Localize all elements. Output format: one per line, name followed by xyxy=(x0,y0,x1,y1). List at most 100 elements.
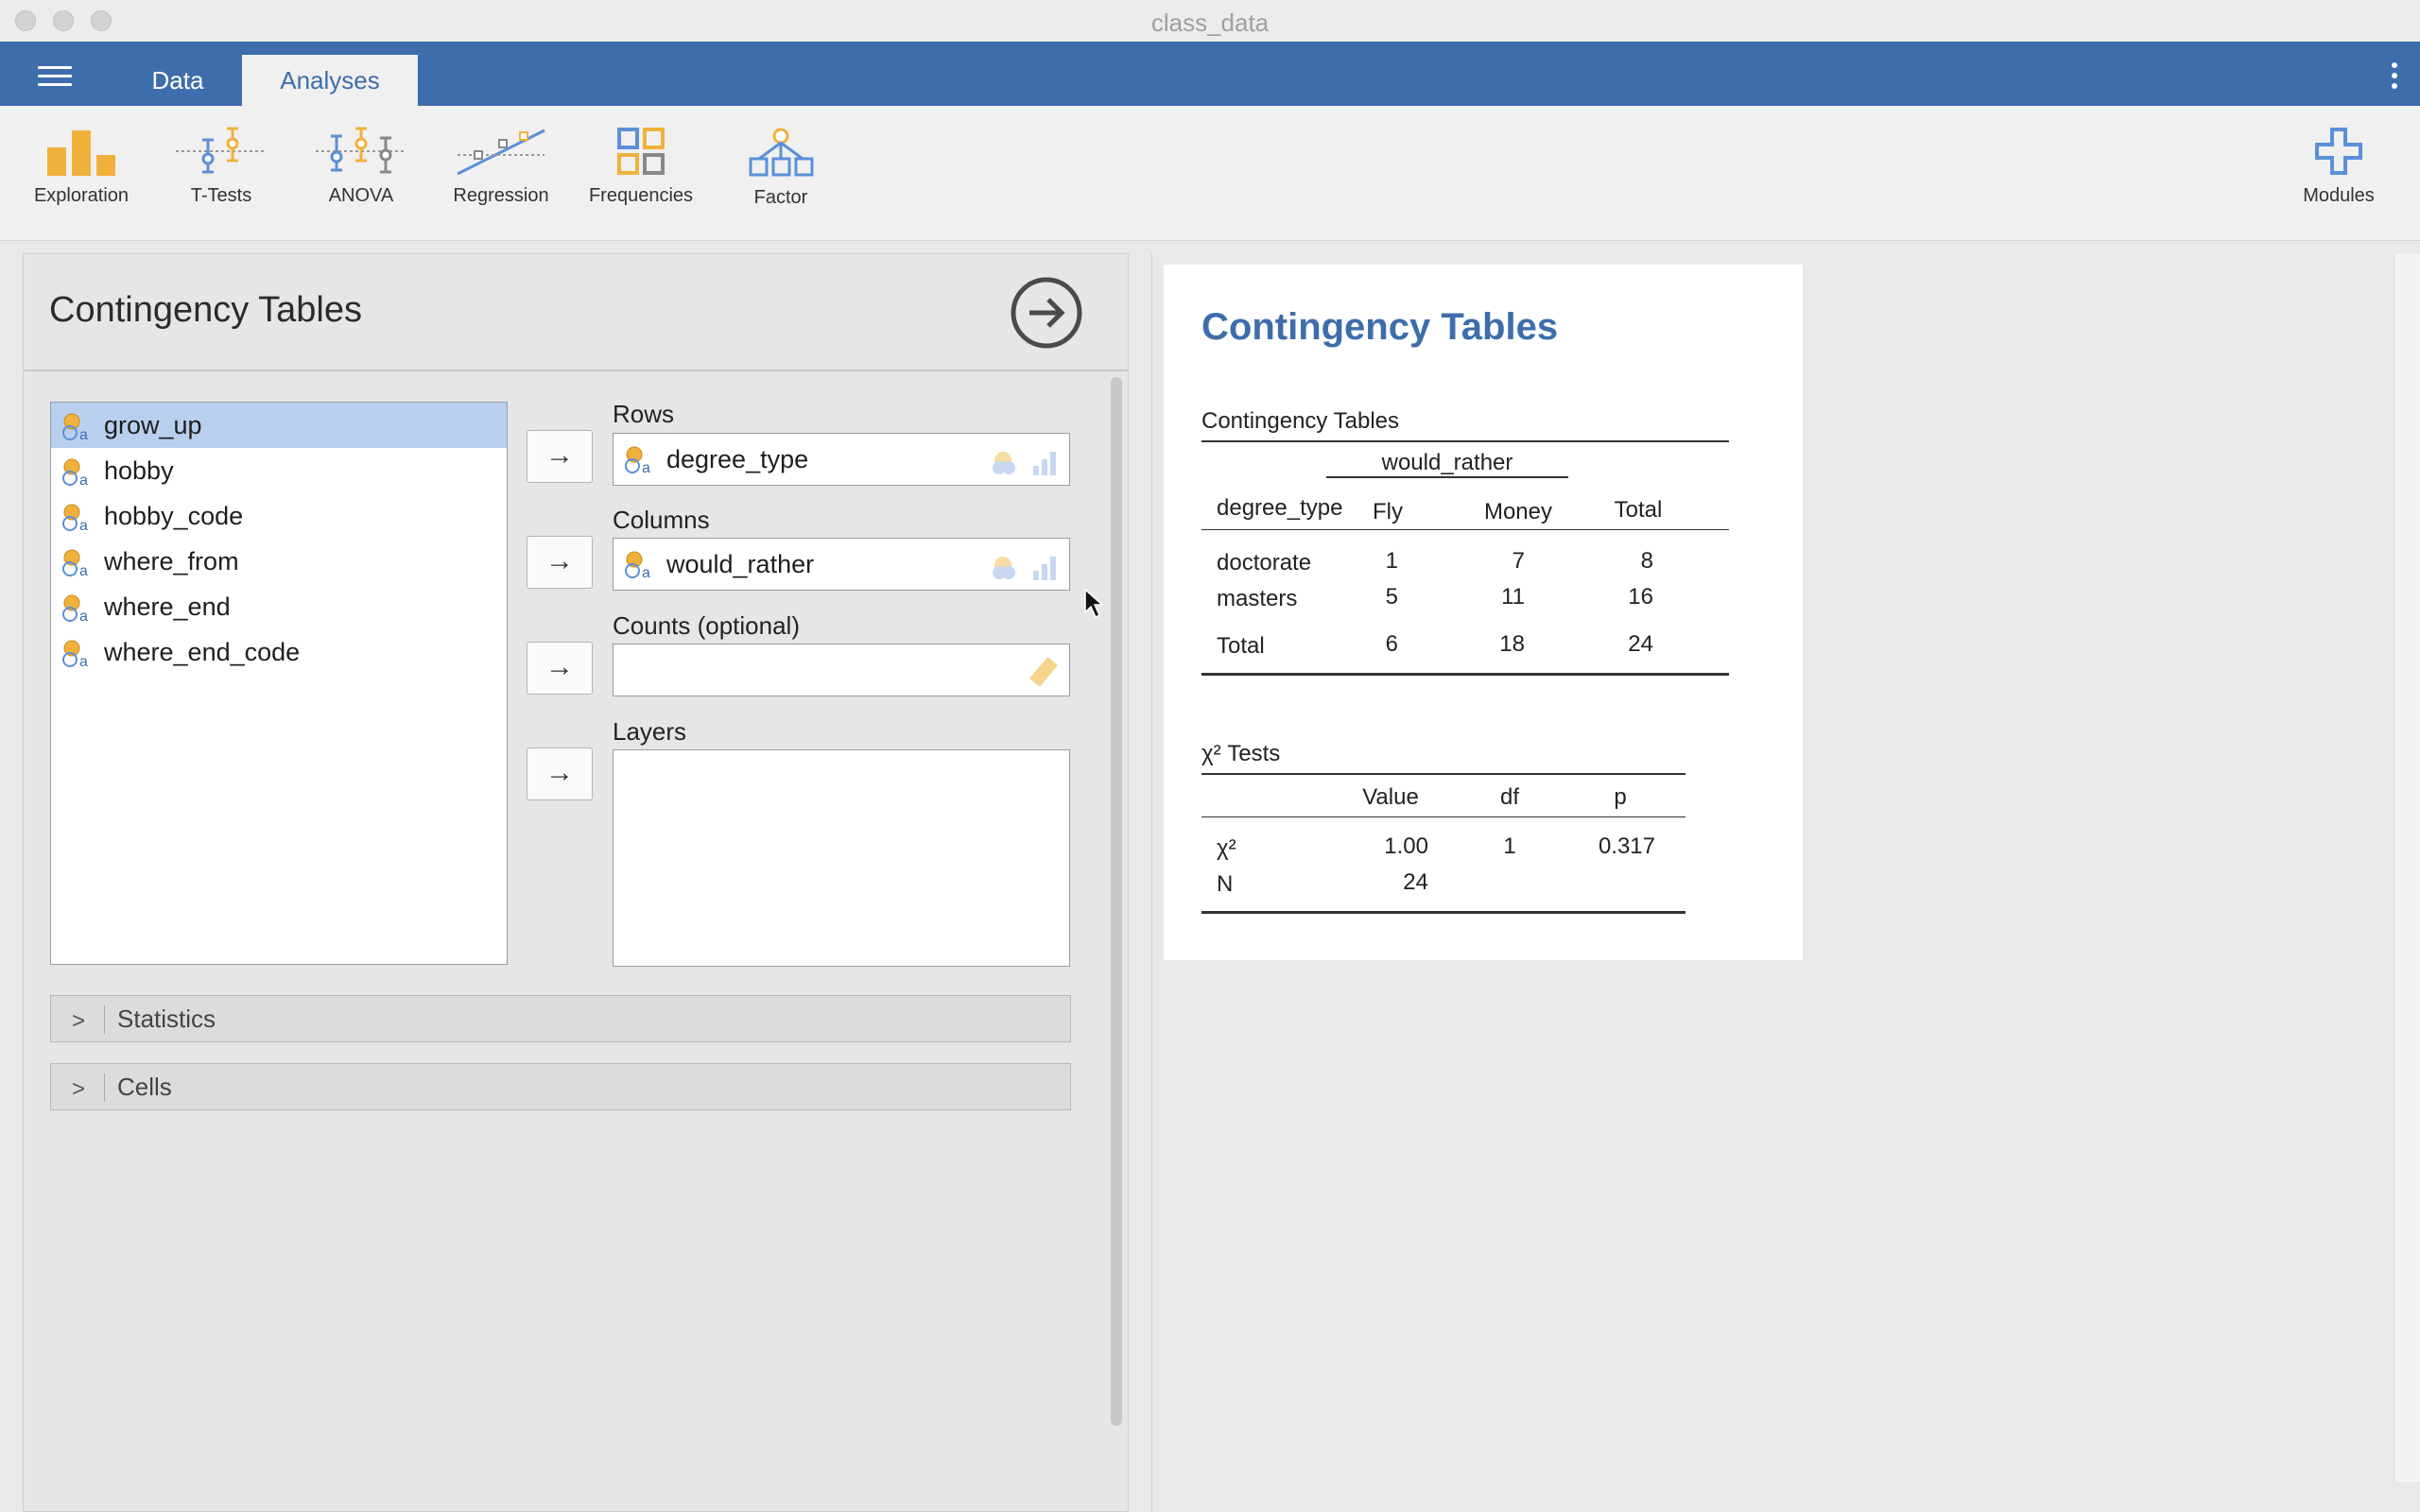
list-item[interactable]: a where_from xyxy=(51,539,507,584)
modules-label: Modules xyxy=(2303,185,2375,206)
row-var-header: degree_type xyxy=(1217,495,1343,521)
tab-analyses[interactable]: Analyses xyxy=(242,55,418,106)
app-header: Data Analyses xyxy=(0,42,2420,106)
svg-text:a: a xyxy=(642,460,650,473)
columns-label: Columns xyxy=(613,506,710,534)
exploration-label: Exploration xyxy=(33,185,130,206)
regression-button[interactable]: Regression xyxy=(435,127,567,207)
anova-button[interactable]: ANOVA xyxy=(295,127,427,207)
nominal-text-icon: a xyxy=(62,594,88,622)
column-header: p xyxy=(1614,784,1627,810)
row-label: masters xyxy=(1217,586,1298,611)
move-to-layers-button[interactable]: → xyxy=(527,747,593,800)
table-cell: 18 xyxy=(1499,631,1525,657)
table-cell: 8 xyxy=(1640,548,1653,574)
bar-chart-icon xyxy=(47,130,115,176)
menu-icon[interactable] xyxy=(38,66,72,87)
title-divider xyxy=(24,369,1128,371)
variable-name: hobby xyxy=(104,456,174,485)
frequencies-label: Frequencies xyxy=(588,185,694,206)
statistics-label: Statistics xyxy=(117,1005,216,1033)
svg-text:a: a xyxy=(79,518,88,531)
factor-button[interactable]: Factor xyxy=(715,127,847,209)
variable-name: where_end xyxy=(104,593,231,621)
layers-label: Layers xyxy=(613,717,687,746)
column-header: Money xyxy=(1483,499,1553,524)
list-item[interactable]: a where_end_code xyxy=(51,629,507,675)
regression-icon xyxy=(457,129,545,176)
regression-label: Regression xyxy=(453,185,549,206)
cells-section[interactable]: > Cells xyxy=(50,1063,1071,1110)
move-to-columns-button[interactable]: → xyxy=(527,536,593,589)
ttests-button[interactable]: T-Tests xyxy=(155,127,287,207)
nominal-text-icon: a xyxy=(625,446,650,473)
table-cell: 6 xyxy=(1385,631,1398,657)
svg-text:a: a xyxy=(79,472,88,486)
move-to-rows-button[interactable]: → xyxy=(527,430,593,483)
ttest-icon xyxy=(176,127,267,174)
table-rule xyxy=(1201,816,1685,817)
move-to-counts-button[interactable]: → xyxy=(527,642,593,695)
table-rule xyxy=(1201,673,1729,676)
options-panel: Contingency Tables a grow_up a hobby a h… xyxy=(23,253,1129,1512)
column-header: Value xyxy=(1362,784,1419,810)
svg-text:a: a xyxy=(79,427,88,440)
table-rule xyxy=(1201,529,1729,530)
column-header: Fly xyxy=(1373,499,1403,524)
results-page: Contingency Tables Contingency Tables wo… xyxy=(1164,265,1803,960)
results-scrollbar[interactable] xyxy=(2394,253,2420,1482)
ttests-label: T-Tests xyxy=(190,185,252,206)
list-item[interactable]: a hobby xyxy=(51,448,507,493)
table-cell: 24 xyxy=(1628,631,1653,657)
table-cell: 11 xyxy=(1501,584,1525,610)
mouse-cursor-icon xyxy=(1084,588,1104,619)
rows-field[interactable]: a degree_type xyxy=(613,433,1070,486)
nominal-text-icon: a xyxy=(62,640,88,667)
list-item[interactable]: a where_end xyxy=(51,584,507,629)
counts-label: Counts (optional) xyxy=(613,611,800,640)
row-label: χ² xyxy=(1217,835,1236,861)
allowed-types-icon xyxy=(993,557,1056,580)
rows-variable: degree_type xyxy=(666,445,809,473)
rows-label: Rows xyxy=(613,400,675,428)
results-heading: Contingency Tables xyxy=(1201,306,1559,348)
table-cell: 1 xyxy=(1385,548,1398,574)
list-item[interactable]: a grow_up xyxy=(51,403,507,448)
layers-field[interactable] xyxy=(613,749,1070,967)
table-cell: 0.317 xyxy=(1598,833,1655,859)
variable-name: hobby_code xyxy=(104,502,244,530)
contingency-table-caption: Contingency Tables xyxy=(1201,408,1400,434)
columns-field[interactable]: a would_rather xyxy=(613,538,1070,591)
analysis-ribbon: Exploration T-Tests ANOVA Regression Fre… xyxy=(0,106,2420,241)
section-divider xyxy=(104,1074,105,1102)
list-item[interactable]: a hobby_code xyxy=(51,493,507,539)
nominal-text-icon: a xyxy=(62,549,88,576)
group-header: would_rather xyxy=(1381,450,1513,475)
table-cell: 1 xyxy=(1503,833,1516,859)
modules-button[interactable]: Modules xyxy=(2273,127,2405,207)
table-rule xyxy=(1201,773,1685,775)
frequencies-button[interactable]: Frequencies xyxy=(575,127,707,207)
nominal-text-icon: a xyxy=(62,413,88,440)
svg-text:a: a xyxy=(79,563,88,576)
variable-list[interactable]: a grow_up a hobby a hobby_code a where_f… xyxy=(50,402,508,965)
table-rule xyxy=(1201,440,1729,442)
counts-field[interactable] xyxy=(613,644,1070,696)
exploration-button[interactable]: Exploration xyxy=(15,127,147,207)
allowed-types-icon xyxy=(993,452,1056,475)
group-rule xyxy=(1326,476,1568,478)
more-options-icon[interactable] xyxy=(2392,62,2397,94)
nominal-text-icon: a xyxy=(62,458,88,486)
variable-name: where_end_code xyxy=(104,638,301,666)
chi-square-caption: χ² Tests xyxy=(1201,741,1281,766)
nominal-text-icon: a xyxy=(62,504,88,531)
anova-icon xyxy=(316,127,406,174)
chevron-right-icon: > xyxy=(72,1076,86,1102)
row-label: doctorate xyxy=(1217,550,1312,576)
arrow-right-circle-icon[interactable] xyxy=(1011,277,1082,349)
table-rule xyxy=(1201,911,1685,914)
frequencies-icon xyxy=(617,128,665,175)
options-scrollbar[interactable] xyxy=(1111,377,1122,1426)
statistics-section[interactable]: > Statistics xyxy=(50,995,1071,1042)
tab-data[interactable]: Data xyxy=(132,55,223,106)
